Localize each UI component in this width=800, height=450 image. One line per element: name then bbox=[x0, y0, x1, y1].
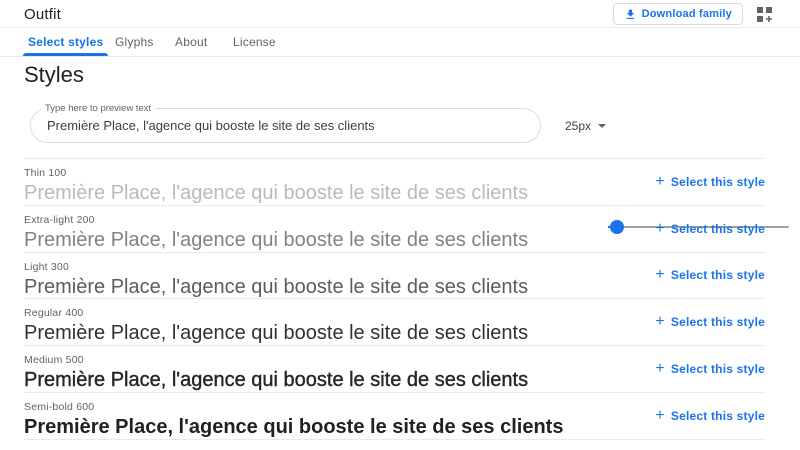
plus-icon: + bbox=[655, 172, 665, 190]
plus-icon: + bbox=[655, 313, 665, 331]
select-style-button[interactable]: + Select this style bbox=[655, 266, 765, 284]
style-name: Regular 400 bbox=[24, 307, 84, 320]
select-style-label: Select this style bbox=[670, 221, 765, 236]
select-style-button[interactable]: + Select this style bbox=[655, 219, 765, 237]
style-row-extra-light-200: Extra-light 200 Première Place, l'agence… bbox=[24, 204, 765, 252]
select-style-button[interactable]: + Select this style bbox=[655, 313, 765, 331]
style-preview-text[interactable]: Première Place, l'agence qui booste le s… bbox=[24, 369, 765, 391]
tab-about[interactable]: About bbox=[175, 28, 207, 56]
style-name: Extra-light 200 bbox=[24, 213, 95, 226]
style-row-semi-bold-600: Semi-bold 600 Première Place, l'agence q… bbox=[24, 391, 765, 439]
preview-text-field-wrap: Type here to preview text bbox=[30, 103, 541, 143]
plus-icon: + bbox=[655, 360, 665, 378]
font-size-dropdown[interactable]: 25px bbox=[565, 119, 607, 133]
select-style-button[interactable]: + Select this style bbox=[655, 360, 765, 378]
chevron-down-icon bbox=[598, 124, 607, 128]
style-preview-text[interactable]: Première Place, l'agence qui booste le s… bbox=[24, 322, 765, 344]
style-name: Semi-bold 600 bbox=[24, 400, 95, 413]
selected-families-icon[interactable] bbox=[757, 7, 772, 22]
page-title: Styles bbox=[24, 62, 84, 87]
header: Outfit Download family bbox=[0, 0, 800, 27]
style-name: Light 300 bbox=[24, 260, 70, 273]
plus-icon: + bbox=[655, 406, 665, 424]
select-style-button[interactable]: + Select this style bbox=[655, 406, 765, 424]
plus-icon: + bbox=[655, 219, 665, 237]
tab-bar: Select styles Glyphs About License bbox=[0, 28, 800, 57]
font-family-title: Outfit bbox=[24, 6, 62, 23]
download-icon bbox=[624, 8, 637, 21]
list-bottom-divider bbox=[24, 438, 765, 440]
style-row-regular-400: Regular 400 Première Place, l'agence qui… bbox=[24, 298, 765, 345]
download-family-label: Download family bbox=[641, 8, 732, 20]
style-preview-text[interactable]: Première Place, l'agence qui booste le s… bbox=[24, 182, 765, 204]
tab-license[interactable]: License bbox=[233, 28, 276, 56]
style-row-medium-500: Medium 500 Première Place, l'agence qui … bbox=[24, 345, 765, 392]
style-preview-text[interactable]: Première Place, l'agence qui booste le s… bbox=[24, 229, 765, 251]
tab-select-styles[interactable]: Select styles bbox=[22, 28, 109, 56]
preview-controls: Type here to preview text 25px bbox=[0, 100, 800, 234]
download-family-button[interactable]: Download family bbox=[612, 3, 743, 25]
styles-list: Thin 100 Première Place, l'agence qui bo… bbox=[0, 158, 800, 440]
select-style-label: Select this style bbox=[670, 268, 765, 283]
plus-icon: + bbox=[655, 266, 665, 284]
select-style-label: Select this style bbox=[670, 174, 765, 189]
select-style-label: Select this style bbox=[670, 362, 765, 377]
style-preview-text[interactable]: Première Place, l'agence qui booste le s… bbox=[24, 276, 765, 298]
preview-text-field-label: Type here to preview text bbox=[41, 103, 156, 114]
font-size-value: 25px bbox=[565, 119, 592, 133]
style-row-light-300: Light 300 Première Place, l'agence qui b… bbox=[24, 251, 765, 299]
tab-glyphs[interactable]: Glyphs bbox=[115, 28, 154, 56]
style-row-thin-100: Thin 100 Première Place, l'agence qui bo… bbox=[24, 158, 765, 205]
select-style-label: Select this style bbox=[670, 315, 765, 330]
select-style-button[interactable]: + Select this style bbox=[655, 172, 765, 190]
style-name: Medium 500 bbox=[24, 354, 84, 367]
style-preview-text[interactable]: Première Place, l'agence qui booste le s… bbox=[24, 416, 765, 438]
style-name: Thin 100 bbox=[24, 167, 67, 179]
select-style-label: Select this style bbox=[670, 408, 765, 423]
